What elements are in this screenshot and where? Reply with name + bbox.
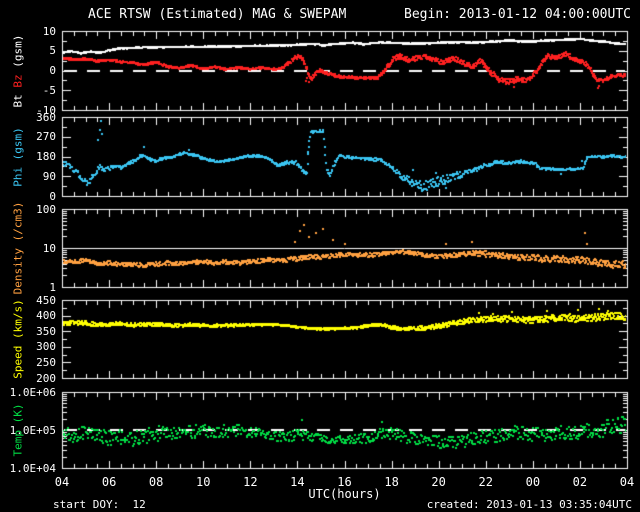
x-tick-label: 14 bbox=[290, 475, 305, 489]
y-tick-label: 10 bbox=[42, 241, 56, 255]
x-tick-label: 00 bbox=[525, 475, 541, 489]
y-tick-label: 360 bbox=[36, 110, 56, 124]
y-tick-label: 1 bbox=[49, 280, 56, 294]
y-tick-label: 1.0E+04 bbox=[9, 461, 56, 475]
y-tick-label: 0 bbox=[49, 189, 56, 203]
page-title: ACE RTSW (Estimated) MAG & SWEPAM bbox=[88, 7, 347, 22]
y-tick-label: 350 bbox=[36, 324, 56, 338]
y-tick-label: 100 bbox=[36, 202, 56, 216]
x-tick-label: 04 bbox=[54, 475, 70, 489]
x-tick-label: 20 bbox=[431, 475, 446, 489]
y-tick-label: 180 bbox=[36, 150, 56, 163]
y-tick-label: -5 bbox=[42, 83, 56, 97]
x-tick-label: 18 bbox=[384, 475, 399, 489]
y-tick-label: 0 bbox=[49, 64, 56, 77]
begin-timestamp: Begin: 2013-01-12 04:00:00UTC bbox=[404, 7, 631, 22]
y-tick-label: 250 bbox=[36, 355, 56, 369]
y-tick-label: 450 bbox=[36, 293, 56, 307]
x-tick-label: 16 bbox=[337, 475, 352, 489]
y-axis-title-part: (gsm) bbox=[11, 34, 25, 74]
y-axis-title: Density (/cm3) bbox=[12, 202, 25, 295]
y-tick-label: 10 bbox=[42, 24, 56, 38]
y-tick-label: 1.0E+06 bbox=[9, 385, 56, 399]
y-axis-title-part: Density (/cm3) bbox=[11, 201, 25, 295]
x-tick-label: 22 bbox=[478, 475, 493, 489]
plot-canvas bbox=[0, 0, 640, 512]
x-tick-label: 02 bbox=[572, 475, 588, 489]
y-tick-label: 300 bbox=[36, 340, 56, 354]
y-axis-title-part: Phi (gsm) bbox=[11, 126, 25, 187]
created-timestamp: created: 2013-01-13 03:35:04UTC bbox=[426, 498, 632, 511]
y-tick-label: 270 bbox=[36, 130, 56, 144]
y-axis-title-part: Bz bbox=[11, 73, 25, 88]
start-doy-label: start DOY: 12 bbox=[53, 498, 146, 511]
y-axis-title: Speed (km/s) bbox=[12, 299, 25, 378]
y-axis-title: Temp (K) bbox=[12, 404, 25, 457]
y-axis-title: Bt Bz (gsm) bbox=[12, 34, 25, 107]
x-tick-label: 10 bbox=[196, 475, 211, 489]
y-axis-title-part: Speed (km/s) bbox=[11, 299, 25, 379]
y-tick-label: 5 bbox=[49, 44, 56, 58]
ace-rtsw-plot: ACE RTSW (Estimated) MAG & SWEPAM Begin:… bbox=[0, 0, 640, 512]
y-axis-title-part: Bt bbox=[11, 87, 25, 107]
x-tick-label: 12 bbox=[243, 475, 258, 489]
y-tick-label: 200 bbox=[36, 371, 56, 385]
y-tick-label: 90 bbox=[42, 169, 56, 183]
x-tick-label: 04 bbox=[619, 475, 635, 489]
x-tick-label: 06 bbox=[101, 475, 117, 489]
y-tick-label: 400 bbox=[36, 309, 56, 323]
y-axis-title: Phi (gsm) bbox=[12, 127, 25, 187]
y-tick-label: 1.0E+05 bbox=[9, 423, 56, 437]
y-axis-title-part: Temp (K) bbox=[11, 403, 25, 457]
x-tick-label: 08 bbox=[148, 475, 164, 489]
